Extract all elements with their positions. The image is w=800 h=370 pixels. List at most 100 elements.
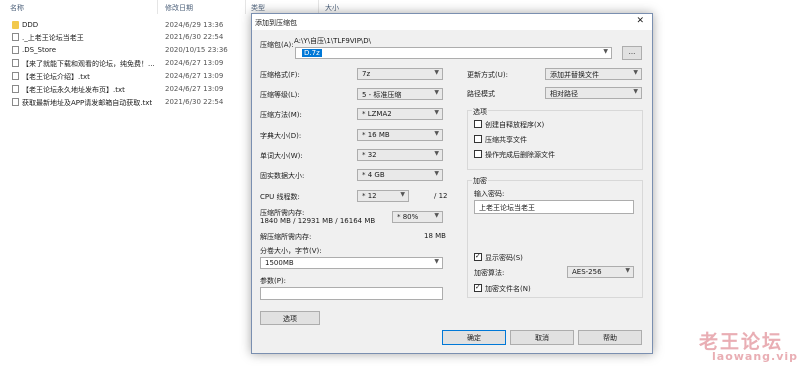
password-input[interactable]: 上老王论坛当老王 xyxy=(474,200,634,214)
folder-icon xyxy=(12,21,19,29)
chevron-down-icon: ▼ xyxy=(434,150,439,157)
chevron-down-icon: ▼ xyxy=(400,191,405,198)
method-select[interactable]: * LZMA2 ▼ xyxy=(357,108,443,120)
word-size-label: 单词大小(W): xyxy=(260,152,303,160)
column-header-date[interactable]: 修改日期 xyxy=(165,3,193,13)
encryption-method-label: 加密算法: xyxy=(474,269,505,277)
file-date: 2021/6/30 22:54 xyxy=(165,98,224,106)
file-date: 2021/6/30 22:54 xyxy=(165,33,224,41)
memory-usage-detail: 1840 MB / 12931 MB / 16164 MB xyxy=(260,217,376,225)
chevron-down-icon: ▼ xyxy=(434,258,439,265)
chevron-down-icon: ▼ xyxy=(434,89,439,96)
options-group-title: 选项 xyxy=(472,107,488,117)
file-name: 【老王论坛介绍】.txt xyxy=(22,73,90,81)
encryption-group-title: 加密 xyxy=(472,176,488,186)
chevron-down-icon: ▼ xyxy=(633,88,638,95)
column-separator[interactable] xyxy=(157,0,158,14)
file-name: 【老王论坛永久地址发布页】.txt xyxy=(22,86,125,94)
file-date: 2024/6/27 13:09 xyxy=(165,72,224,80)
level-label: 压缩等级(L): xyxy=(260,91,300,99)
sfx-option-label: 创建自释放程序(X) xyxy=(485,121,545,129)
column-header-size[interactable]: 大小 xyxy=(325,3,339,13)
dialog-title: 添加到压缩包 xyxy=(255,19,297,27)
file-row[interactable]: 【来了就能下载和观看的论坛，纯免费！... 2024/6/27 13:09 xyxy=(0,58,250,69)
decompress-memory-label: 解压缩所需内存: xyxy=(260,233,312,241)
file-icon xyxy=(12,98,19,106)
file-row[interactable]: .DS_Store 2020/10/15 23:36 xyxy=(0,45,250,56)
encryption-method-select[interactable]: AES-256 ▼ xyxy=(567,266,634,278)
chevron-down-icon: ▼ xyxy=(434,130,439,137)
cancel-button[interactable]: 取消 xyxy=(510,330,574,345)
file-date: 2024/6/27 13:09 xyxy=(165,85,224,93)
update-mode-label: 更新方式(U): xyxy=(467,71,508,79)
ok-button[interactable]: 确定 xyxy=(442,330,506,345)
column-header-type[interactable]: 类型 xyxy=(251,3,265,13)
split-volume-label: 分卷大小，字节(V): xyxy=(260,247,322,255)
archive-label: 压缩包(A): xyxy=(260,41,294,49)
split-volume-combo[interactable]: 1500MB ▼ xyxy=(260,257,443,269)
add-to-archive-dialog: 添加到压缩包 ✕ 压缩包(A): A:\Y\自压\1\TLF9VIP\D\ D.… xyxy=(251,13,653,354)
path-mode-select[interactable]: 相对路径 ▼ xyxy=(545,87,642,99)
update-mode-select[interactable]: 添加并替换文件 ▼ xyxy=(545,68,642,80)
file-row[interactable]: 获取最新地址及APP请发邮箱自动获取.txt 2021/6/30 22:54 xyxy=(0,97,250,108)
show-password-label: 显示密码(S) xyxy=(485,254,523,262)
word-size-select[interactable]: * 32 ▼ xyxy=(357,149,443,161)
cpu-threads-total: / 12 xyxy=(434,192,448,200)
file-name: 【来了就能下载和观看的论坛，纯免费！... xyxy=(22,60,155,68)
solid-block-select[interactable]: * 4 GB ▼ xyxy=(357,169,443,181)
chevron-down-icon: ▼ xyxy=(434,170,439,177)
file-icon xyxy=(12,46,19,54)
file-date: 2020/10/15 23:36 xyxy=(165,46,228,54)
encrypt-filenames-checkbox[interactable] xyxy=(474,283,482,292)
parameters-input[interactable] xyxy=(260,287,443,300)
parameters-label: 参数(P): xyxy=(260,277,287,285)
dialog-titlebar[interactable]: 添加到压缩包 ✕ xyxy=(252,14,652,30)
cpu-threads-label: CPU 线程数: xyxy=(260,193,300,201)
file-row[interactable]: 【老王论坛介绍】.txt 2024/6/27 13:09 xyxy=(0,71,250,82)
sfx-checkbox[interactable] xyxy=(474,120,482,128)
file-icon xyxy=(12,33,19,41)
format-label: 压缩格式(F): xyxy=(260,71,300,79)
archive-name-combo[interactable]: D.7z ▼ xyxy=(295,47,612,59)
encrypt-filenames-label: 加密文件名(N) xyxy=(485,285,531,293)
password-label: 输入密码: xyxy=(474,190,505,198)
format-select[interactable]: 7z ▼ xyxy=(357,68,443,80)
path-mode-label: 路径模式 xyxy=(467,90,495,98)
method-label: 压缩方法(M): xyxy=(260,111,302,119)
chevron-down-icon: ▼ xyxy=(633,69,638,76)
chevron-down-icon: ▼ xyxy=(434,69,439,76)
file-row[interactable]: 【老王论坛永久地址发布页】.txt 2024/6/27 13:09 xyxy=(0,84,250,95)
cpu-threads-select[interactable]: * 12 ▼ xyxy=(357,190,409,202)
decompress-memory-value: 18 MB xyxy=(424,232,446,240)
file-date: 2024/6/29 13:36 xyxy=(165,21,224,29)
close-icon[interactable]: ✕ xyxy=(636,16,644,26)
help-button[interactable]: 帮助 xyxy=(578,330,642,345)
file-row[interactable]: ._上老王论坛当老王 2021/6/30 22:54 xyxy=(0,32,250,43)
column-header-name[interactable]: 名称 xyxy=(10,3,24,13)
column-separator[interactable] xyxy=(245,0,246,14)
dictionary-size-select[interactable]: * 16 MB ▼ xyxy=(357,129,443,141)
solid-block-label: 固实数据大小: xyxy=(260,172,305,180)
archive-file-name: D.7z xyxy=(302,49,322,57)
show-password-checkbox[interactable] xyxy=(474,252,482,261)
chevron-down-icon: ▼ xyxy=(434,212,439,219)
level-select[interactable]: 5 - 标准压缩 ▼ xyxy=(357,88,443,100)
chevron-down-icon[interactable]: ▼ xyxy=(603,48,608,55)
memory-percent-select[interactable]: * 80% ▼ xyxy=(392,211,443,223)
shared-files-checkbox[interactable] xyxy=(474,135,482,143)
file-name: 获取最新地址及APP请发邮箱自动获取.txt xyxy=(22,99,153,107)
chevron-down-icon: ▼ xyxy=(434,109,439,116)
file-row[interactable]: DDD 2024/6/29 13:36 xyxy=(0,20,250,31)
options-button[interactable]: 选项 xyxy=(260,311,320,325)
delete-after-option-label: 操作完成后删除源文件 xyxy=(485,151,555,159)
shared-files-option-label: 压缩共享文件 xyxy=(485,136,527,144)
delete-after-checkbox[interactable] xyxy=(474,150,482,158)
file-name: .DS_Store xyxy=(22,46,57,54)
file-icon xyxy=(12,85,19,93)
chevron-down-icon: ▼ xyxy=(625,267,630,274)
browse-button[interactable]: ... xyxy=(622,46,642,60)
file-icon xyxy=(12,72,19,80)
file-date: 2024/6/27 13:09 xyxy=(165,59,224,67)
column-separator[interactable] xyxy=(318,0,319,14)
password-value: 上老王论坛当老王 xyxy=(479,204,535,212)
